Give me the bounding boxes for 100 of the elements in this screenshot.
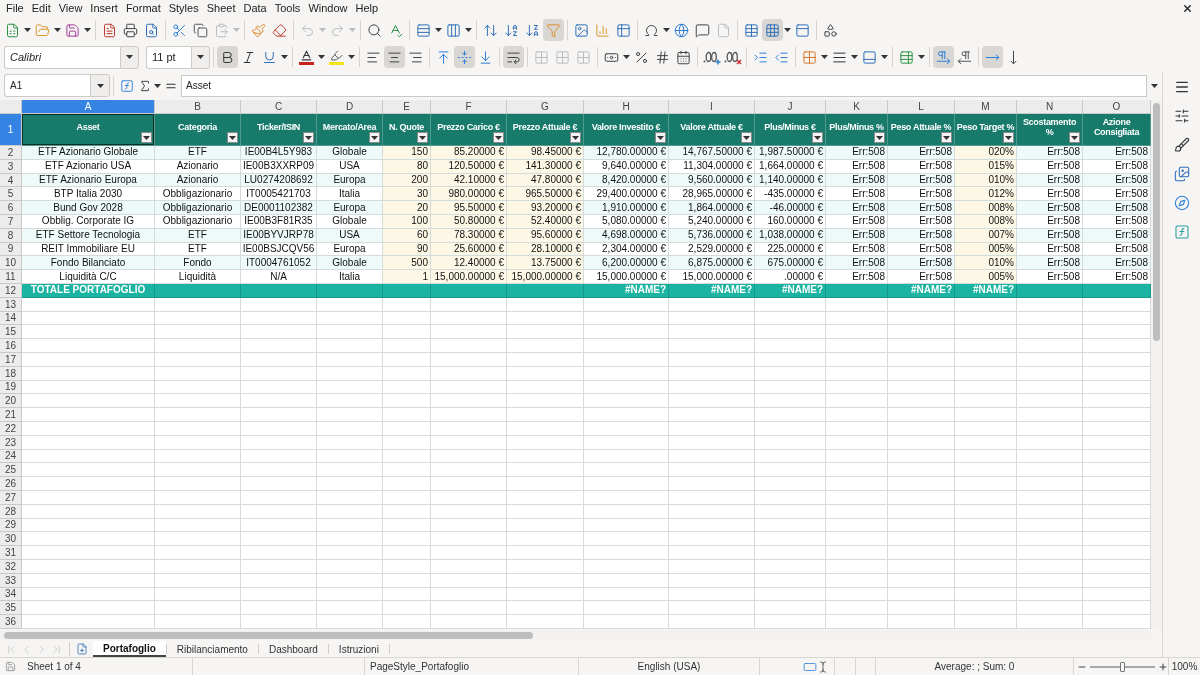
row-header[interactable]: 6	[0, 201, 22, 215]
bold-icon	[220, 49, 235, 65]
filter-button[interactable]	[874, 132, 885, 143]
row-header[interactable]: 16	[0, 339, 22, 353]
column-header[interactable]: F	[431, 100, 507, 114]
table-cell: 13.75000 €	[507, 256, 584, 271]
filter-button[interactable]	[1003, 132, 1014, 143]
caret-icon	[143, 135, 150, 140]
font-size-field[interactable]: 11 pt	[146, 45, 191, 69]
filter-button[interactable]	[812, 132, 823, 143]
filter-button[interactable]	[1069, 132, 1080, 143]
filter-button[interactable]	[570, 132, 581, 143]
row-header[interactable]: 15	[0, 325, 22, 340]
formula-input[interactable]: Asset	[181, 74, 1147, 97]
sheet-tab[interactable]: Portafoglio	[93, 641, 166, 657]
column-header[interactable]: B	[155, 100, 241, 114]
filter-button[interactable]	[369, 132, 380, 143]
filter-button[interactable]	[141, 132, 152, 143]
column-heading: Plus/Minus €	[764, 121, 816, 132]
filter-button[interactable]	[741, 132, 752, 143]
menu-item[interactable]: Format	[121, 1, 165, 16]
filter-button[interactable]	[655, 132, 666, 143]
filter-button[interactable]	[941, 132, 952, 143]
menu-item[interactable]: Window	[304, 1, 352, 16]
column-header[interactable]: G	[507, 100, 584, 114]
center-vertically-button[interactable]	[454, 46, 475, 68]
row-header[interactable]: 31	[0, 546, 22, 560]
wrap-text-button[interactable]	[503, 46, 524, 68]
scissors-icon	[172, 22, 187, 38]
menu-item[interactable]: Insert	[86, 1, 122, 16]
menu-item[interactable]: Help	[351, 1, 383, 16]
dropdown-button[interactable]	[120, 45, 139, 69]
table-cell: 008%	[955, 201, 1017, 215]
column-header[interactable]: J	[755, 100, 826, 114]
save-icon	[65, 22, 80, 38]
panel-icon	[795, 22, 810, 38]
freeze-button[interactable]	[762, 19, 783, 41]
columns-icon	[446, 22, 461, 38]
menu-item[interactable]: Data	[239, 1, 271, 16]
left-to-right-button[interactable]	[933, 46, 954, 68]
column-header[interactable]: A	[22, 100, 155, 114]
table-cell: .00000 €	[755, 270, 826, 284]
column-header[interactable]: N	[1017, 100, 1083, 114]
row-header[interactable]: 10	[0, 256, 22, 271]
column-header[interactable]: C	[241, 100, 317, 114]
menu-item[interactable]: Edit	[27, 1, 55, 16]
row-header[interactable]: 35	[0, 601, 22, 616]
column-header[interactable]: D	[317, 100, 383, 114]
menu-item[interactable]: Styles	[164, 1, 203, 16]
filter-button[interactable]	[417, 132, 428, 143]
row-header[interactable]: 11	[0, 270, 22, 284]
column-header[interactable]: K	[826, 100, 888, 114]
grid-icon	[534, 49, 549, 65]
row-header[interactable]: 2	[0, 146, 22, 160]
row-header[interactable]: 20	[0, 394, 22, 409]
row-header[interactable]: 26	[0, 477, 22, 491]
menu-item[interactable]: Tools	[270, 1, 305, 16]
menu-item[interactable]: Sheet	[202, 1, 240, 16]
indent-increase-icon	[753, 49, 768, 65]
filter-button[interactable]	[303, 132, 314, 143]
menu-item[interactable]: View	[54, 1, 87, 16]
column-header[interactable]: O	[1083, 100, 1151, 114]
column-header[interactable]: M	[955, 100, 1017, 114]
table-cell: Err:508	[888, 187, 955, 202]
table-cell: Err:508	[1083, 201, 1151, 215]
filter-button[interactable]	[227, 132, 238, 143]
dropdown-button[interactable]	[90, 74, 110, 97]
row-header[interactable]: 36	[0, 615, 22, 629]
bold-button[interactable]	[217, 46, 238, 68]
grid-icon	[576, 49, 591, 65]
sheet-tab[interactable]: Ribilanciamento	[166, 641, 258, 657]
filter-button[interactable]	[493, 132, 504, 143]
slider-thumb[interactable]	[1120, 661, 1125, 672]
add-sheet-button[interactable]	[75, 642, 89, 656]
sheet-tab[interactable]: Dashboard	[258, 641, 328, 657]
caret-icon	[784, 28, 791, 32]
document-icon	[102, 22, 117, 38]
zoom-percentage[interactable]: 100%	[1171, 659, 1198, 674]
redo-icon	[330, 22, 345, 38]
align-center-button[interactable]	[384, 46, 405, 68]
images-icon	[1173, 166, 1190, 182]
sheet-tab[interactable]: Istruzioni	[328, 641, 389, 657]
column-header[interactable]: E	[383, 100, 431, 114]
row-header[interactable]: 5	[0, 187, 22, 202]
table-cell: 500	[383, 256, 431, 271]
caret-icon	[435, 28, 442, 32]
row-header[interactable]: 30	[0, 532, 22, 547]
row-header[interactable]: 1	[0, 114, 22, 146]
hash-icon	[655, 49, 670, 65]
column-header[interactable]: L	[888, 100, 955, 114]
row-header[interactable]: 21	[0, 408, 22, 422]
column-header[interactable]: H	[584, 100, 669, 114]
column-header[interactable]: I	[669, 100, 755, 114]
spellcheck-icon	[388, 22, 403, 38]
menu-item[interactable]: File	[2, 1, 28, 16]
row-header[interactable]: 25	[0, 463, 22, 478]
name-box-field[interactable]: A1	[4, 74, 90, 97]
align-top-icon	[436, 49, 451, 65]
dropdown-button[interactable]	[191, 45, 210, 69]
font-name-field[interactable]: Calibri	[4, 45, 120, 69]
